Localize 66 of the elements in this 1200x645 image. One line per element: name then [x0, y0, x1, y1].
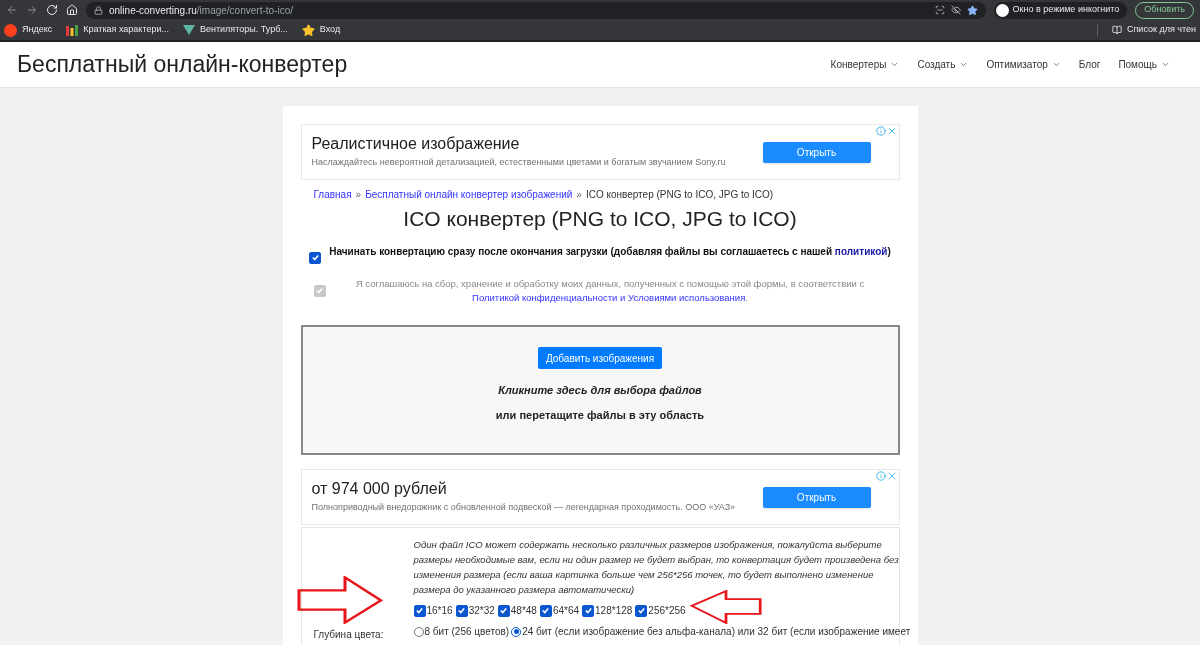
nav-link[interactable]: Блог — [1078, 57, 1101, 72]
breadcrumb-separator: » — [576, 188, 582, 202]
size-label: 16*16 — [426, 604, 453, 618]
lock-icon — [94, 5, 103, 15]
bookmark-item[interactable]: Яндекс — [4, 23, 53, 37]
drop-hint: Кликните здесь для выбора файлов — [498, 383, 702, 398]
consent-text: Начинать конвертацию сразу после окончания загрузки (добавляя файлы вы соглашаетесь с нашей политикой) — [329, 245, 891, 259]
ad-text: Наслаждайтесь невероятной детализацией, естественными цветами и богатым звучанием Sony.ru — [311, 156, 726, 169]
size-label: 128*128 — [595, 604, 633, 618]
chevron-down-icon — [959, 60, 969, 69]
reading-list-button[interactable]: Список для чтен — [1112, 23, 1196, 37]
left-pointing-arrow-drawing — [690, 590, 762, 624]
bar-chart-icon — [66, 24, 79, 36]
url-text: online-converting.ru/image/convert-to-ico/ — [109, 3, 293, 18]
page-heading: ICO конвертер (PNG to ICO, JPG to ICO) — [402, 206, 798, 232]
radio-label: 24 бит (если изображение без альфа-канала) или 32 бит (если изображение имеет — [522, 625, 911, 639]
back-icon[interactable] — [6, 4, 18, 16]
eye-off-icon[interactable] — [950, 5, 961, 15]
checkbox[interactable] — [539, 604, 552, 617]
nav-link[interactable]: Помощь — [1118, 57, 1170, 72]
chevron-down-icon — [890, 60, 900, 69]
radio-label: 8 бит (256 цветов) — [424, 625, 510, 639]
breadcrumb-link[interactable]: Главная — [313, 187, 352, 202]
incognito-badge[interactable]: Окно в режиме инкогнито — [993, 1, 1128, 19]
site-title[interactable]: Бесплатный онлайн-конвертер — [17, 47, 348, 82]
ad-text: Полноприводный внедорожник с обновленной подвеской — легендарная проходимость. ООО «УАЗ» — [311, 501, 736, 514]
setting-label: Глубина цвета: — [313, 628, 385, 642]
breadcrumb-link[interactable]: Бесплатный онлайн конвертер изображений — [365, 187, 573, 202]
bookmark-item[interactable]: Краткая характери... — [66, 23, 169, 37]
reload-icon[interactable] — [46, 4, 58, 16]
add-images-button[interactable]: Добавить изображения — [537, 347, 663, 369]
checkbox[interactable] — [455, 604, 468, 617]
size-label: 48*48 — [510, 604, 537, 618]
nav-link[interactable]: Оптимизатор — [986, 57, 1061, 72]
size-label: 256*256 — [648, 604, 686, 618]
nav-link[interactable]: Конвертеры — [830, 57, 900, 72]
chevron-down-icon — [1051, 60, 1061, 69]
sizes-description: Один файл ICO может содержать несколько различных размеров изображения, пожалуйста выберите размеры необходимые вам, если ни один размер не будет выбран, то конвертация будет произведена без изменения размера (если ваша картинка больше чем 256*256 точек, то будет выполнено изменение размера до указанного размера автоматически) — [413, 538, 900, 597]
home-icon[interactable] — [66, 4, 78, 16]
checkbox[interactable] — [635, 604, 648, 617]
ad-title: Реалистичное изображение — [311, 134, 520, 154]
chevron-down-icon — [1161, 60, 1170, 69]
bookmark-star-icon[interactable] — [966, 4, 978, 16]
drop-zone[interactable]: Добавить изображения Кликните здесь для выбора файлов или перетащите файлы в эту область — [300, 325, 900, 455]
star-icon — [301, 23, 315, 37]
yandex-logo-icon — [4, 23, 17, 37]
address-bar[interactable]: online-converting.ru/image/convert-to-ico/ — [86, 1, 986, 19]
policy-link[interactable]: политикой — [834, 246, 888, 257]
checkbox[interactable] — [497, 604, 510, 617]
breadcrumb-current: ICO конвертер (PNG to ICO, JPG to ICO) — [585, 188, 774, 202]
size-label: 64*64 — [552, 604, 580, 618]
checkbox[interactable] — [582, 604, 595, 617]
drop-hint: или перетащите файлы в эту область — [495, 407, 705, 423]
incognito-icon — [995, 3, 1009, 17]
qr-code-icon[interactable] — [934, 5, 945, 15]
ad-title: от 974 000 рублей — [311, 479, 447, 499]
size-label: 32*32 — [468, 604, 495, 618]
breadcrumb-separator: » — [355, 188, 362, 202]
bookmark-item[interactable]: Вентиляторы. Турб... — [183, 23, 288, 37]
bookmark-item[interactable]: Вход — [301, 23, 341, 37]
nav-link[interactable]: Создать — [917, 57, 969, 72]
checkbox[interactable] — [309, 251, 322, 264]
checkbox[interactable] — [413, 604, 426, 617]
reading-list-icon — [1112, 25, 1122, 35]
consent-text: Я соглашаюсь на сбор, хранение и обработку моих данных, полученных с помощью этой формы, в соответствии с Политикой конфиденциальности и Условиями использования. — [354, 277, 866, 305]
triangle-icon — [183, 24, 195, 36]
